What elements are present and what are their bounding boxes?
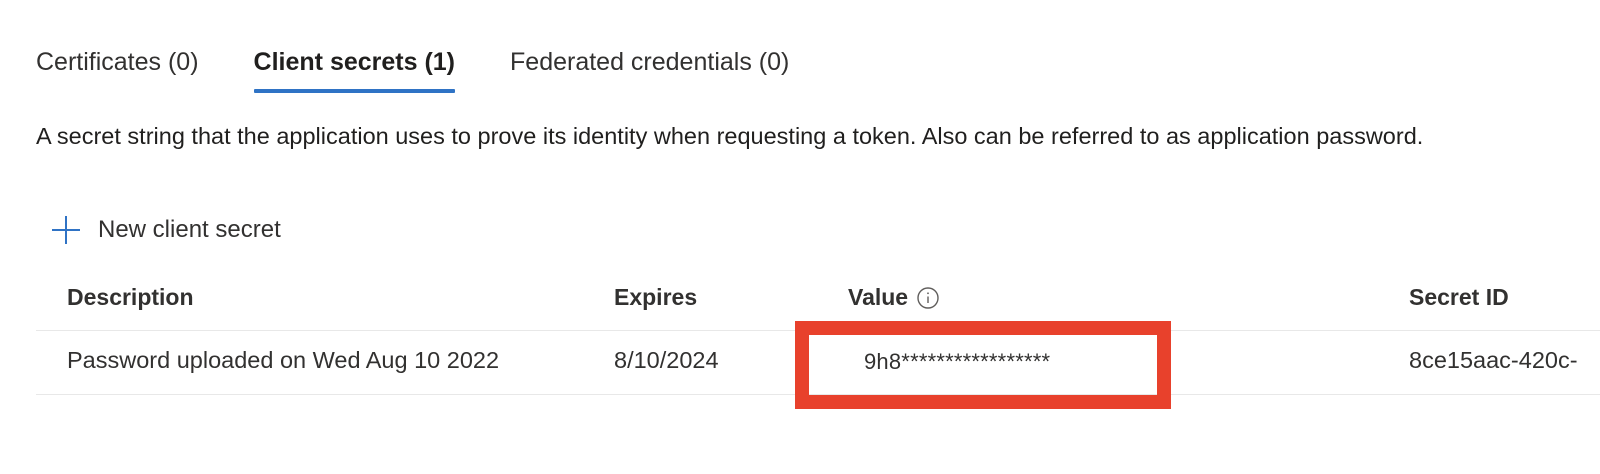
column-header-description[interactable]: Description [67,284,194,311]
secret-id: 8ce15aac-420c- [1409,347,1578,373]
column-header-description-label: Description [67,284,194,310]
column-header-value[interactable]: Value [848,284,940,311]
secret-description: Password uploaded on Wed Aug 10 2022 [67,347,500,373]
client-secrets-table: Description Expires Value Secret ID Pass… [36,270,1600,395]
table-header: Description Expires Value Secret ID [36,270,1600,331]
new-client-secret-label: New client secret [98,216,281,243]
tab-federated-credentials[interactable]: Federated credentials (0) [510,40,789,96]
column-header-expires-label: Expires [614,284,698,310]
secret-value: 9h8***************** [864,349,1051,374]
new-client-secret-button[interactable]: New client secret [50,210,281,250]
plus-icon [50,214,82,246]
column-header-secret-id[interactable]: Secret ID [1409,284,1509,311]
credential-tabs: Certificates (0) Client secrets (1) Fede… [36,40,789,96]
secret-expires: 8/10/2024 [614,347,719,373]
column-header-secret-id-label: Secret ID [1409,284,1509,310]
tab-description: A secret string that the application use… [36,123,1424,149]
tab-certificates[interactable]: Certificates (0) [36,40,199,96]
column-header-value-label: Value [848,284,909,310]
tab-client-secrets[interactable]: Client secrets (1) [253,40,456,96]
info-icon[interactable] [916,286,940,310]
column-header-expires[interactable]: Expires [614,284,697,311]
client-secrets-page: Certificates (0) Client secrets (1) Fede… [0,0,1600,474]
table-row[interactable]: Password uploaded on Wed Aug 10 2022 8/1… [36,331,1600,395]
